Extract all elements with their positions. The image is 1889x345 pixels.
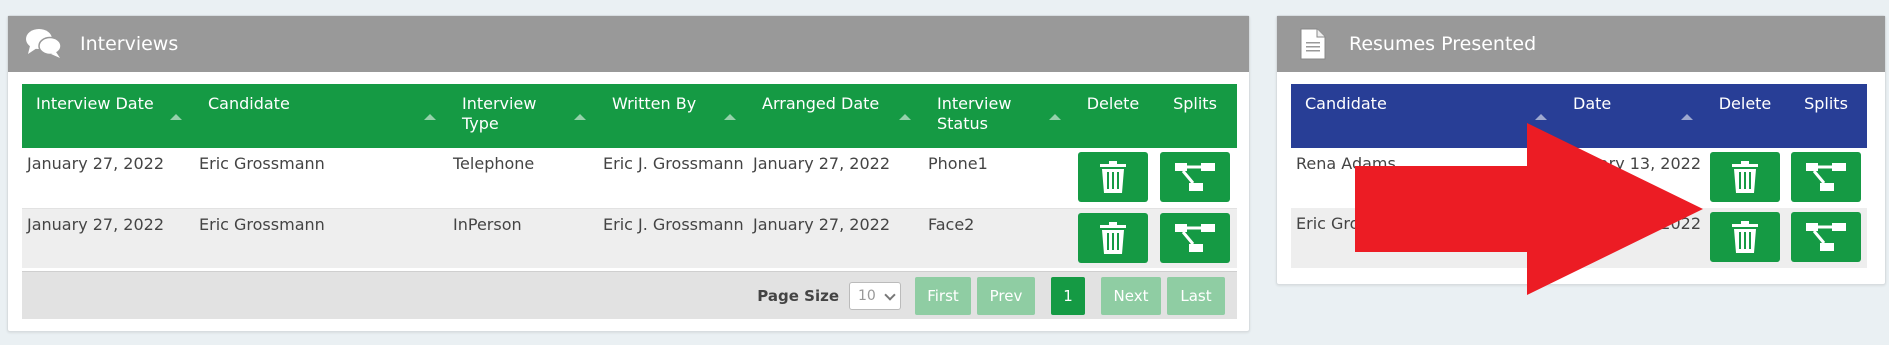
split-icon [1175, 163, 1215, 191]
delete-button[interactable] [1078, 152, 1148, 202]
splits-button[interactable] [1791, 152, 1861, 202]
delete-button[interactable] [1710, 212, 1780, 262]
page-size-label: Page Size [757, 287, 839, 305]
sort-icon[interactable] [1681, 114, 1693, 120]
split-icon [1806, 223, 1846, 251]
pager: Page Size 10 First Prev 1 Next Last [22, 271, 1237, 319]
sort-icon[interactable] [424, 114, 436, 120]
delete-button[interactable] [1078, 212, 1148, 263]
col-candidate[interactable]: Candidate [194, 84, 448, 148]
sort-icon[interactable] [1049, 114, 1061, 120]
col-delete: Delete [1086, 94, 1140, 113]
resumes-title: Resumes Presented [1349, 33, 1537, 55]
col-splits: Splits [1804, 94, 1848, 113]
col-interview-status[interactable]: Interview Status [923, 84, 1073, 148]
arrow-right-icon [1355, 123, 1703, 295]
cell-candidate: Eric Grossmann [199, 154, 325, 173]
cell-arranged-date: January 27, 2022 [748, 207, 923, 268]
table-row: January 27, 2022 Eric Grossmann Telephon… [22, 148, 1237, 208]
cell-written-by: Eric J. Grossmann [603, 154, 744, 173]
prev-page-button[interactable]: Prev [977, 277, 1035, 315]
cell-interview-date: January 27, 2022 [27, 154, 164, 173]
cell-splits [1153, 148, 1237, 208]
splits-button[interactable] [1160, 212, 1230, 263]
splits-button[interactable] [1791, 212, 1861, 262]
col-arranged-date[interactable]: Arranged Date [748, 84, 923, 148]
sort-icon[interactable] [1535, 114, 1547, 120]
current-page-button[interactable]: 1 [1051, 277, 1085, 315]
last-page-button[interactable]: Last [1167, 277, 1225, 315]
cell-splits [1785, 208, 1867, 268]
cell-type: InPerson [448, 207, 598, 268]
col-splits: Splits [1173, 94, 1217, 113]
col-interview-date[interactable]: Interview Date [22, 84, 194, 148]
delete-button[interactable] [1710, 152, 1780, 202]
split-icon [1806, 163, 1846, 191]
cell-arranged-date: January 27, 2022 [753, 154, 890, 173]
first-page-button[interactable]: First [915, 277, 971, 315]
interviews-table: Interview Date Candidate Interview Type … [22, 84, 1237, 268]
page-size-select[interactable]: 10 [849, 282, 901, 310]
cell-status: Phone1 [928, 154, 988, 173]
trash-icon [1100, 221, 1126, 254]
cell-type: Telephone [453, 154, 535, 173]
sort-icon[interactable] [170, 114, 182, 120]
cell-delete [1073, 148, 1153, 208]
cell-status: Face2 [923, 207, 1073, 268]
interviews-panel: Interviews Interview Date Candidate Inte… [7, 15, 1250, 332]
cell-splits [1153, 207, 1237, 268]
col-interview-type[interactable]: Interview Type [448, 84, 598, 148]
interviews-header-row: Interview Date Candidate Interview Type … [22, 84, 1237, 148]
cell-interview-date: January 27, 2022 [22, 207, 194, 268]
cell-delete [1705, 148, 1785, 208]
interviews-panel-header: Interviews [8, 16, 1249, 72]
split-icon [1175, 223, 1215, 252]
trash-icon [1100, 161, 1126, 193]
col-written-by[interactable]: Written By [598, 84, 748, 148]
interviews-title: Interviews [80, 33, 179, 55]
resumes-panel-header: Resumes Presented [1277, 16, 1885, 72]
splits-button[interactable] [1160, 152, 1230, 202]
table-row: January 27, 2022 Eric Grossmann InPerson… [22, 207, 1237, 268]
cell-splits [1785, 148, 1867, 208]
trash-icon [1732, 161, 1758, 193]
cell-written-by: Eric J. Grossmann [598, 207, 748, 268]
chevron-down-icon [884, 289, 896, 301]
sort-icon[interactable] [724, 114, 736, 120]
document-icon [1291, 24, 1335, 64]
comments-icon [22, 24, 66, 64]
cell-candidate: Eric Grossmann [194, 207, 448, 268]
col-delete: Delete [1718, 94, 1772, 113]
cell-delete [1073, 207, 1153, 268]
trash-icon [1732, 221, 1758, 253]
sort-icon[interactable] [574, 114, 586, 120]
sort-icon[interactable] [899, 114, 911, 120]
cell-delete [1705, 208, 1785, 268]
next-page-button[interactable]: Next [1101, 277, 1161, 315]
